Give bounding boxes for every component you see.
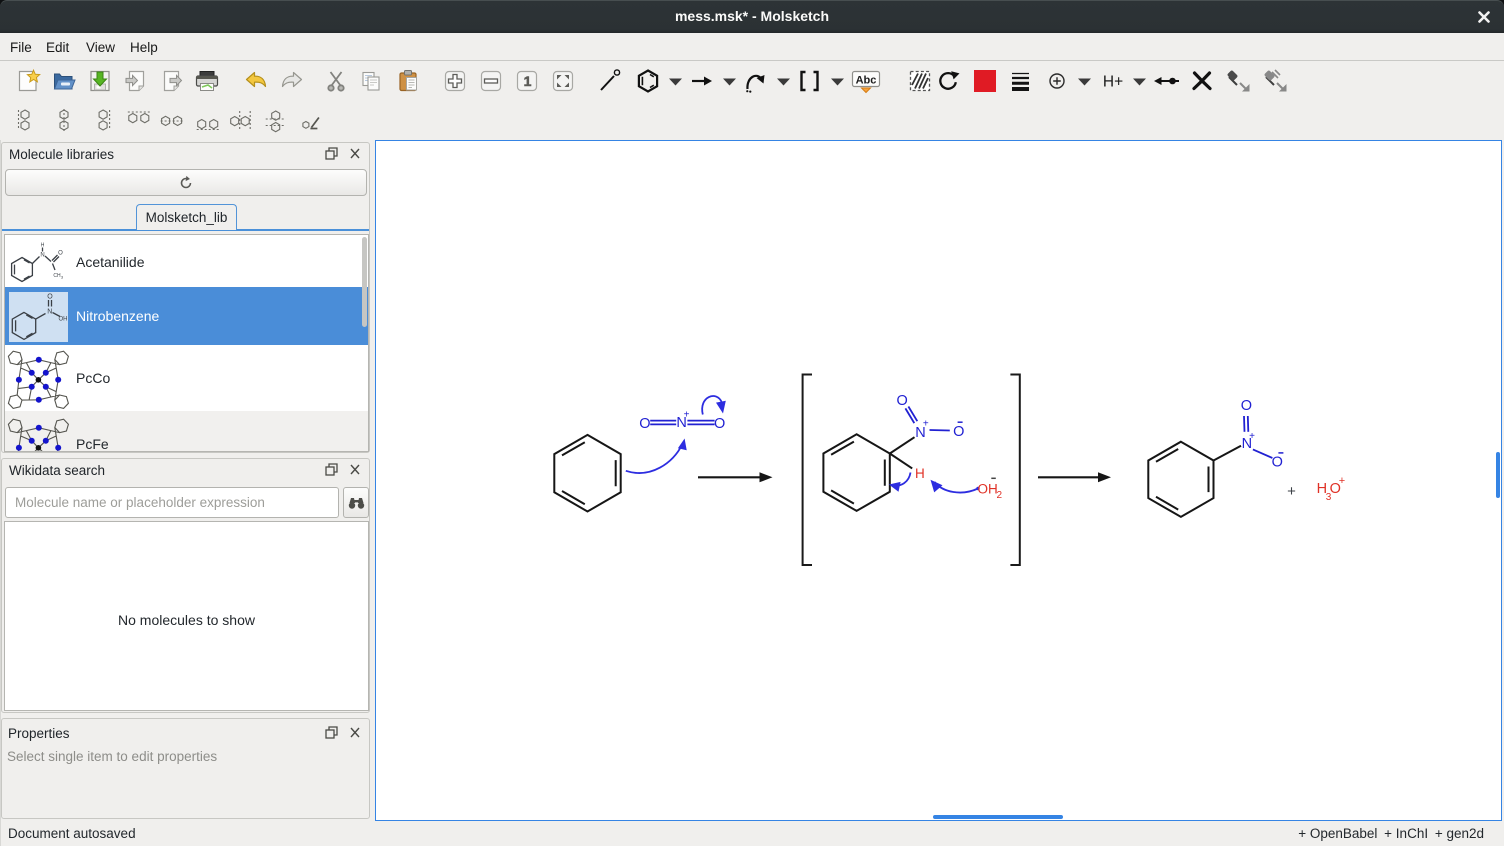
svg-text:2: 2 (997, 490, 1003, 501)
svg-text:+: + (1249, 431, 1255, 442)
svg-text:O: O (47, 294, 53, 301)
svg-text:O: O (1272, 454, 1283, 470)
svg-text:+: + (684, 409, 690, 420)
svg-text:CH: CH (53, 273, 61, 279)
svg-text:+: + (1339, 475, 1345, 487)
svg-text:O: O (639, 416, 650, 432)
svg-text:O: O (1241, 398, 1252, 414)
svg-text:Abc: Abc (856, 75, 877, 87)
svg-text:H: H (41, 243, 45, 249)
svg-text:O: O (953, 424, 964, 440)
svg-text:1: 1 (524, 73, 532, 89)
svg-text:H+: H+ (1103, 74, 1123, 91)
svg-text:O: O (58, 251, 63, 257)
svg-text:OH: OH (59, 317, 68, 323)
svg-text:3: 3 (61, 275, 64, 280)
svg-text:H: H (915, 466, 925, 481)
svg-text:O: O (897, 393, 908, 409)
svg-text:N: N (40, 253, 44, 259)
svg-text:+: + (1287, 483, 1296, 500)
svg-text:O: O (714, 416, 725, 432)
svg-text:+: + (923, 418, 929, 429)
svg-text:OH: OH (978, 482, 998, 497)
svg-text:N: N (47, 309, 52, 316)
